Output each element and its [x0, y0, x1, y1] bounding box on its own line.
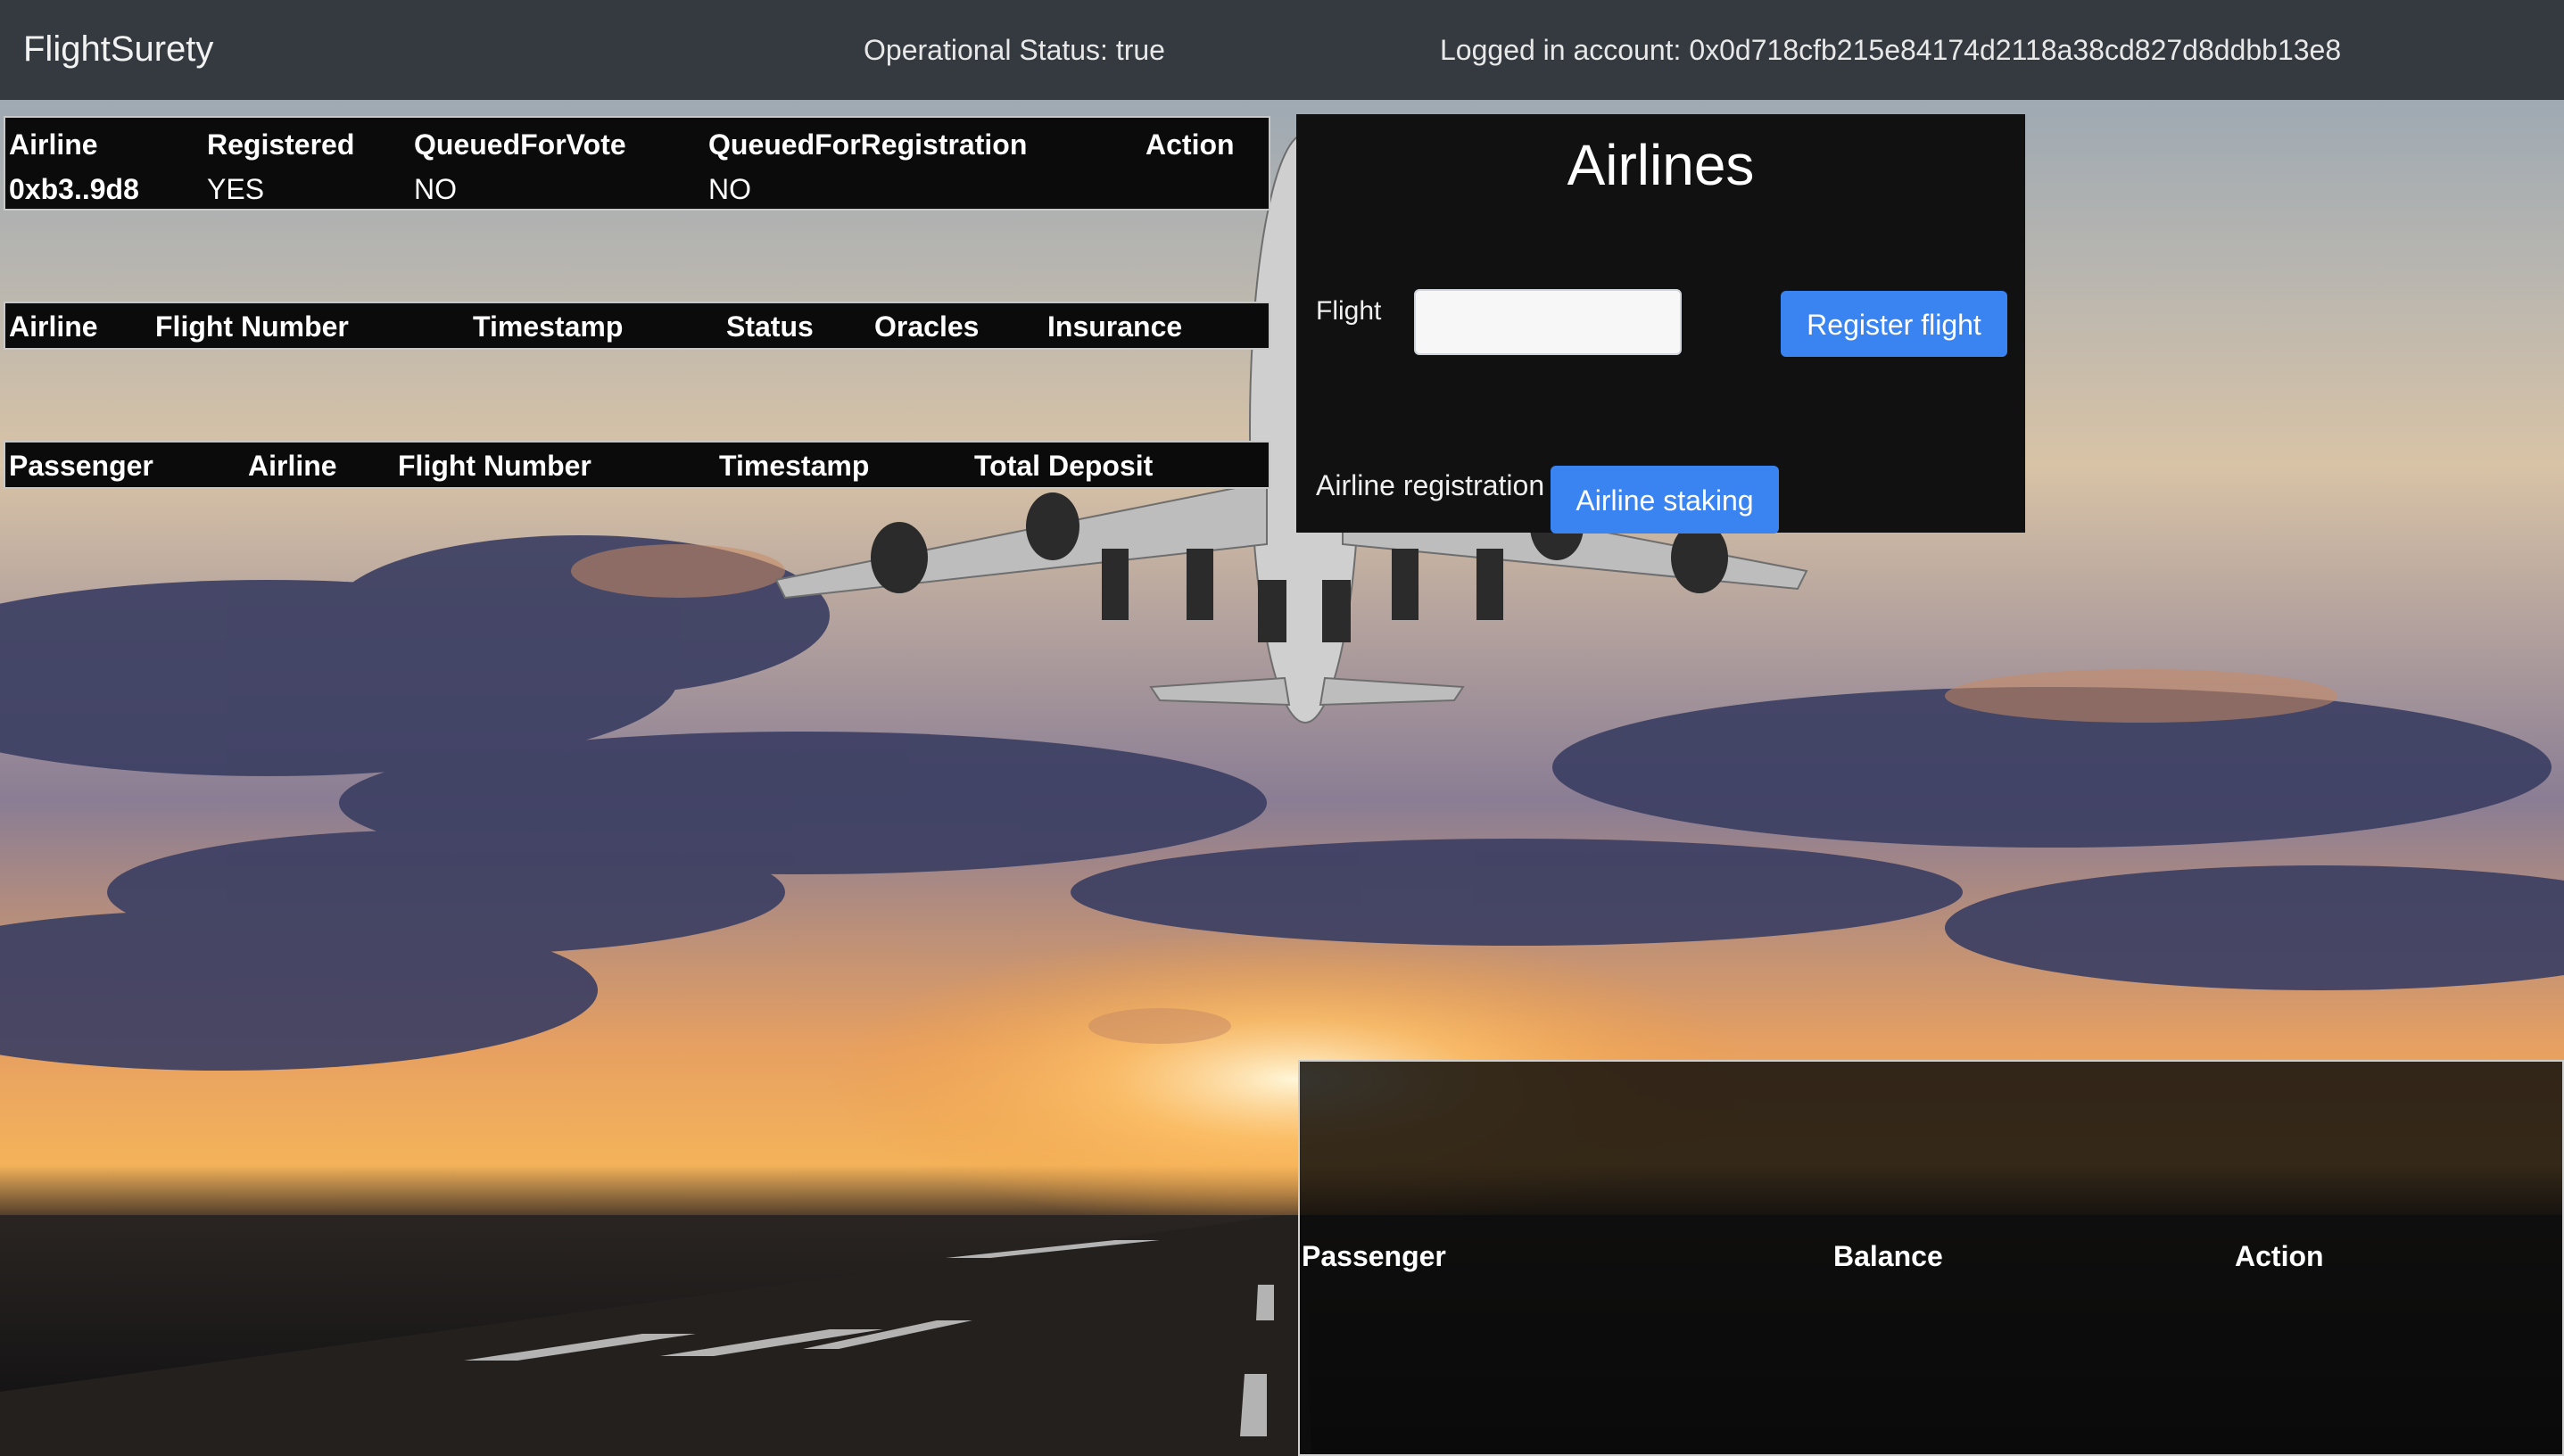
register-flight-button[interactable]: Register flight — [1781, 291, 2007, 357]
airlines-table: Airline Registered QueuedForVote QueuedF… — [4, 116, 1270, 211]
header-airline: Airline — [9, 310, 98, 343]
brand-title[interactable]: FlightSurety — [23, 29, 213, 70]
header-airline: Airline — [248, 450, 337, 482]
passenger-balance-table: Passenger Balance Action — [1298, 1060, 2564, 1456]
flight-label: Flight — [1316, 296, 1382, 326]
airlines-panel: Airlines Flight Register flight Airline … — [1296, 114, 2025, 534]
registered-value: YES — [207, 173, 265, 205]
header-oracles: Oracles — [874, 310, 980, 343]
header-action: Action — [2235, 1240, 2324, 1272]
header-queued-for-vote: QueuedForVote — [414, 128, 626, 161]
header-airline: Airline — [9, 128, 98, 161]
insurance-table: Passenger Airline Flight Number Timestam… — [4, 441, 1270, 489]
header-action: Action — [1146, 128, 1235, 161]
logged-in-account: Logged in account: 0x0d718cfb215e84174d2… — [1440, 34, 2342, 66]
flight-input[interactable] — [1414, 289, 1682, 355]
navbar: FlightSurety Operational Status: true Lo… — [0, 0, 2564, 100]
queued-for-vote-value: NO — [414, 173, 457, 205]
header-flight-number: Flight Number — [155, 310, 349, 343]
header-flight-number: Flight Number — [398, 450, 591, 482]
airline-registration-label: Airline registration — [1316, 469, 1545, 501]
queued-for-registration-value: NO — [708, 173, 751, 205]
header-passenger: Passenger — [9, 450, 153, 482]
header-balance: Balance — [1833, 1240, 1943, 1272]
header-passenger: Passenger — [1302, 1240, 1446, 1272]
header-timestamp: Timestamp — [719, 450, 870, 482]
header-timestamp: Timestamp — [473, 310, 624, 343]
airline-address: 0xb3..9d8 — [9, 173, 139, 205]
header-registered: Registered — [207, 128, 355, 161]
panel-title: Airlines — [1567, 133, 1755, 197]
header-total-deposit: Total Deposit — [974, 450, 1154, 482]
flights-table: Airline Flight Number Timestamp Status O… — [4, 302, 1270, 350]
header-status: Status — [726, 310, 814, 343]
header-insurance: Insurance — [1047, 310, 1183, 343]
airline-staking-button[interactable]: Airline staking — [1551, 466, 1779, 534]
header-queued-for-registration: QueuedForRegistration — [708, 128, 1028, 161]
operational-status: Operational Status: true — [864, 34, 1165, 66]
